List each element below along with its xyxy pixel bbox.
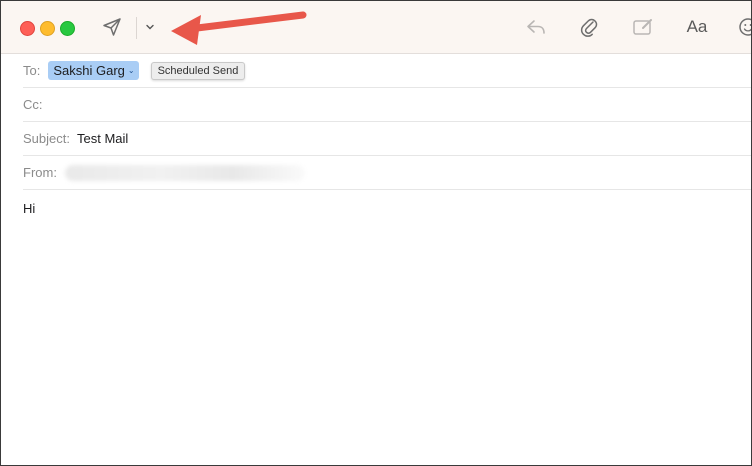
subject-input[interactable]: Test Mail [77,131,128,146]
recipient-caret-icon: ⌄ [127,66,135,75]
font-icon[interactable]: Aa [684,15,710,39]
to-row[interactable]: To: Sakshi Garg ⌄ Scheduled Send [23,54,751,88]
cc-label: Cc: [23,97,43,112]
message-body[interactable]: Hi [23,201,35,216]
send-icon[interactable] [101,16,123,38]
from-row[interactable]: From: [23,156,751,190]
to-label: To: [23,63,41,78]
subject-row[interactable]: Subject: Test Mail [23,122,751,156]
minimize-window-button[interactable] [40,21,55,36]
toolbar: Aa [1,1,751,54]
from-address-redacted[interactable] [64,164,305,181]
chevron-down-icon[interactable] [143,19,157,35]
scheduled-send-tooltip: Scheduled Send [150,61,246,80]
reply-icon[interactable] [524,15,548,39]
maximize-window-button[interactable] [60,21,75,36]
emoji-icon[interactable] [737,16,751,38]
from-label: From: [23,165,57,180]
compose-window: Aa To: Sakshi Garg ⌄ Scheduled Send Cc: … [0,0,752,466]
close-window-button[interactable] [20,21,35,36]
recipient-token[interactable]: Sakshi Garg ⌄ [48,61,139,80]
photo-markup-icon[interactable] [631,16,655,38]
annotation-arrow [171,11,307,45]
cc-row[interactable]: Cc: [23,88,751,122]
toolbar-divider [136,17,137,39]
header-fields: To: Sakshi Garg ⌄ Scheduled Send Cc: Sub… [1,54,751,190]
subject-label: Subject: [23,131,70,146]
recipient-name: Sakshi Garg [53,63,125,78]
paperclip-icon[interactable] [578,15,600,39]
